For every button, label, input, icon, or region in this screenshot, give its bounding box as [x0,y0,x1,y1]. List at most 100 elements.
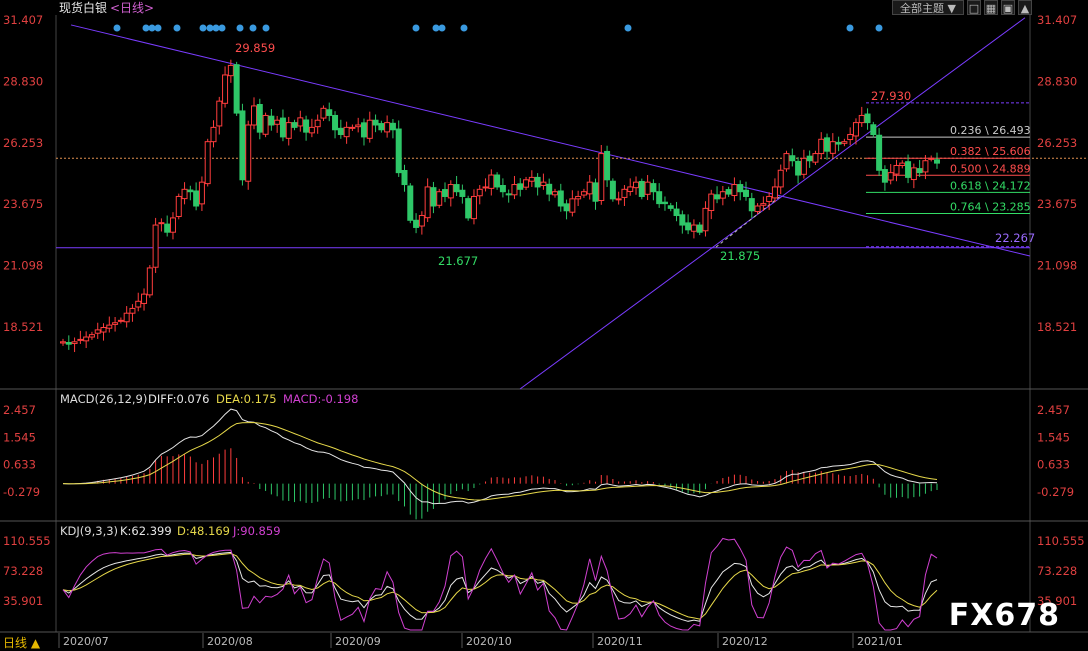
period-label[interactable]: <日线> [110,1,154,15]
fibonacci-levels[interactable]: 0.236 \ 26.493 0.382 \ 25.606 0.500 \ 24.8… [866,124,1035,245]
candle-body[interactable] [638,180,645,197]
candle-body[interactable] [337,127,344,136]
candle-body[interactable] [864,113,871,124]
candle-body[interactable] [291,122,298,128]
candle-body[interactable] [320,107,327,119]
candle-body[interactable] [216,100,223,127]
candle-body[interactable] [580,191,587,196]
candle-body[interactable] [731,184,738,197]
candle-body[interactable] [164,223,171,233]
candle-body[interactable] [499,185,506,193]
candle-body[interactable] [893,164,900,175]
candle-body[interactable] [389,122,396,131]
toolbar-window-icon[interactable]: ▣ [1001,0,1015,15]
candle-body[interactable] [65,342,72,345]
candle-body[interactable] [609,180,616,200]
candle-body[interactable] [262,114,269,135]
candle-body[interactable] [326,109,333,116]
candle-body[interactable] [534,176,541,188]
candle-body[interactable] [470,195,477,220]
candle-body[interactable] [141,293,148,304]
candle-body[interactable] [742,189,749,197]
candle-body[interactable] [83,336,90,342]
candle-body[interactable] [430,187,437,207]
candle-body[interactable] [181,188,188,200]
candle-body[interactable] [748,198,755,212]
candle-body[interactable] [760,203,767,206]
candle-body[interactable] [378,123,385,131]
candle-body[interactable] [222,74,229,104]
candle-body[interactable] [447,184,454,199]
candle-body[interactable] [627,186,634,192]
candle-body[interactable] [511,184,518,196]
candle-body[interactable] [418,215,425,227]
candle-body[interactable] [910,167,917,181]
candle-body[interactable] [482,186,489,189]
candle-body[interactable] [598,153,605,202]
candle-body[interactable] [135,300,142,308]
candle-body[interactable] [175,195,182,217]
candle-body[interactable] [644,181,651,195]
candle-body[interactable] [586,181,593,195]
candle-body[interactable] [198,181,205,205]
candle-body[interactable] [690,224,697,232]
candle-body[interactable] [870,124,877,136]
candle-body[interactable] [355,124,362,128]
candle-body[interactable] [303,119,310,133]
candle-body[interactable] [783,153,790,170]
candle-body[interactable] [714,194,721,200]
candle-body[interactable] [442,189,449,197]
candle-body[interactable] [169,217,176,233]
candle-body[interactable] [158,222,165,225]
candle-body[interactable] [436,191,443,206]
candle-body[interactable] [274,119,281,125]
candle-body[interactable] [592,182,599,202]
candle-body[interactable] [777,169,784,188]
candle-body[interactable] [835,141,842,145]
candle-body[interactable] [366,119,373,139]
candle-body[interactable] [245,124,252,182]
candle-body[interactable] [551,191,558,196]
candle-body[interactable] [268,115,275,126]
candle-body[interactable] [505,193,512,196]
candle-body[interactable] [818,138,825,155]
candle-body[interactable] [407,185,414,221]
candle-body[interactable] [106,324,113,329]
candle-body[interactable] [494,174,501,188]
candle-body[interactable] [934,159,940,164]
candle-body[interactable] [841,141,848,144]
candle-body[interactable] [349,126,356,129]
candle-body[interactable] [673,208,680,217]
candle-body[interactable] [569,198,576,213]
candle-body[interactable] [604,150,611,181]
candle-body[interactable] [575,195,582,200]
candle-body[interactable] [667,205,674,209]
toolbar-up-icon[interactable]: ▲ [1018,0,1032,15]
candle-body[interactable] [766,195,773,202]
candle-body[interactable] [360,122,367,138]
candle-body[interactable] [621,188,628,198]
candle-body[interactable] [806,155,813,162]
candle-body[interactable] [899,162,906,166]
candle-body[interactable] [725,189,732,195]
candle-body[interactable] [239,110,246,181]
candle-body[interactable] [343,126,350,138]
candle-body[interactable] [314,119,321,128]
candle-body[interactable] [193,190,200,207]
candle-body[interactable] [297,117,304,127]
candle-body[interactable] [546,183,553,195]
candle-body[interactable] [523,179,530,188]
candle-body[interactable] [401,169,408,186]
candle-body[interactable] [279,117,286,138]
candle-body[interactable] [563,203,570,212]
candlesticks[interactable] [60,59,940,353]
stock-chart[interactable]: 31.407 28.830 26.253 23.675 21.098 18.521 31.… [0,0,1088,650]
candle-body[interactable] [71,341,78,344]
candle-body[interactable] [453,184,460,193]
candle-body[interactable] [696,224,703,233]
candle-body[interactable] [922,160,929,173]
candle-body[interactable] [789,155,796,162]
candle-body[interactable] [424,186,431,219]
candle-body[interactable] [876,134,883,171]
candle-body[interactable] [615,198,622,201]
